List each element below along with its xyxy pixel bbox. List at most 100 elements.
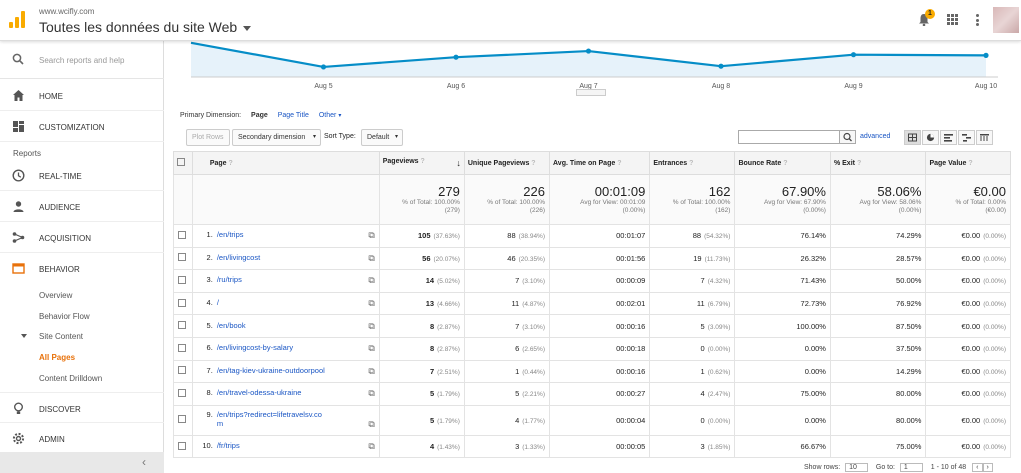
primary-dimension-page[interactable]: Page bbox=[251, 112, 268, 119]
page-value-cell: €0.00 (0.00%) bbox=[925, 269, 1011, 293]
row-checkbox[interactable] bbox=[178, 343, 186, 352]
page-value-cell: €0.00 (0.00%) bbox=[925, 291, 1011, 316]
row-checkbox[interactable] bbox=[178, 230, 186, 239]
sidebar-collapse-bar[interactable]: ‹ bbox=[0, 452, 164, 473]
show-rows-select[interactable]: 10 bbox=[845, 463, 868, 472]
row-checkbox[interactable] bbox=[178, 388, 186, 397]
view-selector[interactable]: Toutes les données du site Web bbox=[39, 19, 252, 35]
help-icon: ? bbox=[689, 159, 694, 167]
avatar[interactable] bbox=[993, 7, 1019, 33]
primary-dimension-page-title[interactable]: Page Title bbox=[278, 112, 309, 119]
avg-time-cell: 00:01:07 bbox=[548, 224, 651, 248]
entrances-cell: 0 (0.00%) bbox=[649, 404, 736, 436]
pie-view-icon[interactable] bbox=[922, 130, 939, 145]
col-header-entrances[interactable]: Entrances ? bbox=[649, 151, 736, 175]
exit-cell: 74.29% bbox=[829, 224, 927, 248]
sidebar-sub-site-content[interactable]: Site Content bbox=[39, 332, 83, 341]
sidebar-sub-all-pages[interactable]: All Pages bbox=[39, 353, 75, 362]
sidebar-item-discover[interactable]: DISCOVER bbox=[0, 392, 164, 423]
page-link[interactable]: / bbox=[217, 298, 219, 307]
row-checkbox[interactable] bbox=[178, 441, 186, 450]
page-link[interactable]: /en/livingcost bbox=[217, 253, 260, 262]
sidebar-item-acquisition[interactable]: ACQUISITION bbox=[0, 222, 164, 253]
prev-page-button[interactable]: ‹ bbox=[972, 463, 983, 472]
table-search-button[interactable] bbox=[839, 130, 856, 144]
open-in-new-icon[interactable]: ⧉ bbox=[368, 275, 374, 286]
bounce-rate-cell: 76.14% bbox=[734, 224, 831, 248]
col-header-exit[interactable]: % Exit ? bbox=[829, 151, 927, 175]
table-search-input[interactable] bbox=[738, 130, 840, 144]
page-link[interactable]: /en/livingcost-by-salary bbox=[217, 343, 293, 352]
pageviews-cell: 56 (20.07%) bbox=[378, 246, 465, 271]
open-in-new-icon[interactable]: ⧉ bbox=[368, 388, 374, 399]
person-icon bbox=[13, 201, 24, 212]
open-in-new-icon[interactable]: ⧉ bbox=[368, 419, 374, 430]
sidebar-sub-overview[interactable]: Overview bbox=[39, 291, 72, 300]
open-in-new-icon[interactable]: ⧉ bbox=[368, 321, 374, 332]
next-page-button[interactable]: › bbox=[982, 463, 993, 472]
primary-dimension-other[interactable]: Other bbox=[319, 112, 337, 119]
sidebar-item-admin[interactable]: ADMIN bbox=[0, 423, 164, 454]
page-range: 1 - 10 of 48 bbox=[930, 464, 967, 471]
col-header-avg-time[interactable]: Avg. Time on Page ? bbox=[548, 151, 651, 175]
expand-arrow-icon[interactable] bbox=[21, 334, 27, 338]
page-link[interactable]: /en/travel-odessa-ukraine bbox=[217, 388, 302, 397]
open-in-new-icon[interactable]: ⧉ bbox=[368, 343, 374, 354]
page-link[interactable]: /fr/trips bbox=[217, 441, 240, 450]
performance-view-icon[interactable] bbox=[940, 130, 957, 145]
page-link[interactable]: /ru/trips bbox=[217, 275, 242, 284]
sort-descending-icon: ↓ bbox=[456, 158, 461, 168]
goto-input[interactable]: 1 bbox=[899, 463, 923, 472]
sidebar-item-home[interactable]: HOME bbox=[0, 80, 164, 111]
col-header-pageviews[interactable]: Pageviews ? ↓ bbox=[378, 151, 465, 175]
sidebar-search[interactable]: Search reports and help bbox=[0, 41, 164, 79]
advanced-filter-link[interactable]: advanced bbox=[860, 133, 890, 140]
more-vert-icon[interactable] bbox=[976, 14, 979, 26]
sidebar-item-customization[interactable]: CUSTOMIZATION bbox=[0, 111, 164, 142]
page-link[interactable]: /en/trips?redirect=lifetravelsv.co m bbox=[197, 410, 322, 428]
page-link[interactable]: /en/book bbox=[217, 321, 246, 330]
sidebar-item-label: HOME bbox=[39, 92, 63, 101]
sidebar-sub-behavior-flow[interactable]: Behavior Flow bbox=[39, 312, 90, 321]
row-checkbox[interactable] bbox=[178, 298, 186, 307]
entrances-cell: 5 (3.09%) bbox=[649, 314, 736, 338]
table-view-icon[interactable] bbox=[904, 130, 921, 145]
search-icon bbox=[843, 132, 852, 142]
unique-pageviews-cell: 7 (3.10%) bbox=[463, 269, 551, 293]
sidebar-sub-content-drilldown[interactable]: Content Drilldown bbox=[39, 374, 102, 383]
select-all-checkbox[interactable] bbox=[177, 158, 185, 166]
analytics-logo[interactable] bbox=[9, 11, 25, 28]
open-in-new-icon[interactable]: ⧉ bbox=[368, 230, 374, 241]
comparison-view-icon[interactable] bbox=[958, 130, 975, 145]
page-link[interactable]: /en/tag-kiev-ukraine-outdoorpool bbox=[217, 366, 325, 375]
open-in-new-icon[interactable]: ⧉ bbox=[368, 366, 374, 377]
open-in-new-icon[interactable]: ⧉ bbox=[368, 441, 374, 452]
col-header-bounce-rate[interactable]: Bounce Rate ? bbox=[734, 151, 831, 175]
table-header-row: Page ? Pageviews ? ↓ Unique Pageviews ? A… bbox=[173, 151, 1011, 175]
plot-rows-button[interactable]: Plot Rows bbox=[186, 129, 230, 146]
open-in-new-icon[interactable]: ⧉ bbox=[368, 298, 374, 309]
open-in-new-icon[interactable]: ⧉ bbox=[368, 253, 374, 264]
apps-grid-icon[interactable] bbox=[947, 14, 958, 25]
row-checkbox[interactable] bbox=[178, 366, 186, 375]
sidebar-item-audience[interactable]: AUDIENCE bbox=[0, 191, 164, 222]
sort-type-dropdown[interactable]: Default ▾ bbox=[361, 129, 403, 146]
help-icon: ? bbox=[531, 159, 536, 167]
page-link[interactable]: /en/trips bbox=[217, 230, 244, 239]
sort-type-label: Sort Type: bbox=[324, 133, 356, 140]
bounce-rate-cell: 71.43% bbox=[734, 269, 831, 293]
sidebar-item-behavior[interactable]: BEHAVIOR bbox=[0, 253, 164, 284]
row-checkbox[interactable] bbox=[178, 275, 186, 284]
pivot-view-icon[interactable] bbox=[976, 130, 993, 145]
col-header-page-value[interactable]: Page Value ? bbox=[925, 151, 1011, 175]
col-header-page[interactable]: Page ? bbox=[191, 151, 380, 175]
page-value-cell: €0.00 (0.00%) bbox=[925, 246, 1011, 271]
row-checkbox[interactable] bbox=[178, 253, 186, 262]
col-header-unique-pageviews[interactable]: Unique Pageviews ? bbox=[463, 151, 551, 175]
secondary-dimension-dropdown[interactable]: Secondary dimension ▾ bbox=[232, 129, 321, 146]
row-checkbox[interactable] bbox=[178, 321, 186, 330]
row-checkbox[interactable] bbox=[178, 415, 186, 424]
sidebar-item-realtime[interactable]: REAL-TIME bbox=[0, 160, 164, 191]
home-icon bbox=[13, 90, 24, 101]
chart-resize-handle[interactable] bbox=[576, 89, 606, 96]
